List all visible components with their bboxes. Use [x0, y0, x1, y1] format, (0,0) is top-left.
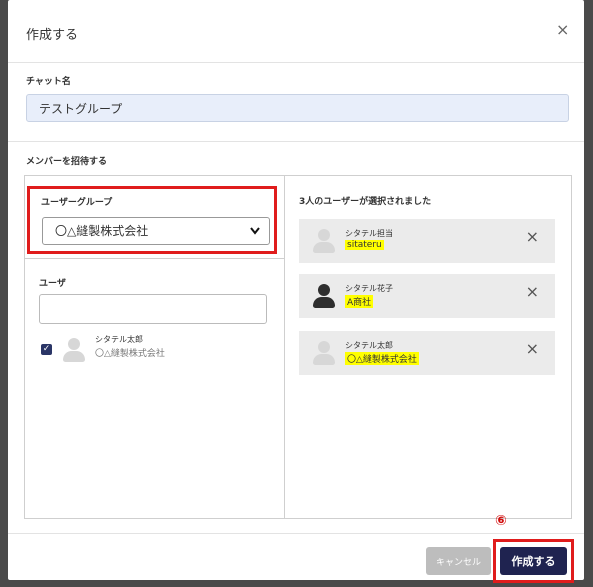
user-avatar-icon — [63, 338, 85, 362]
invite-members-label: メンバーを招待する — [26, 157, 108, 167]
user-avatar-icon — [313, 284, 335, 308]
divider — [8, 141, 584, 142]
remove-user-icon[interactable]: × — [526, 341, 539, 357]
user-search-label: ユーザ — [39, 279, 66, 289]
selected-user-org: sitateru — [345, 240, 384, 250]
user-avatar-icon — [313, 341, 335, 365]
candidate-name: シタテル太郎 — [95, 335, 143, 344]
selected-user-name: シタテル担当 — [345, 229, 393, 238]
dialog-title: 作成する — [26, 28, 79, 43]
create-button-highlight: 作成する — [493, 539, 574, 583]
chat-name-label: チャット名 — [26, 77, 71, 87]
candidate-org: 〇△縫製株式会社 — [95, 349, 165, 359]
selected-user-card: シタテル太郎 〇△縫製株式会社 × — [299, 331, 555, 375]
selected-user-card: シタテル花子 A商社 × — [299, 274, 555, 318]
user-search-input[interactable] — [39, 294, 267, 324]
user-group-highlight: ユーザーグループ 〇△縫製株式会社 — [27, 186, 277, 254]
selected-user-card: シタテル担当 sitateru × — [299, 219, 555, 263]
selected-users-title: 3人のユーザーが選択されました — [299, 197, 432, 207]
cancel-button[interactable]: キャンセル — [426, 547, 491, 575]
selected-user-org: A商社 — [345, 295, 374, 308]
close-icon[interactable]: × — [556, 22, 569, 38]
members-panel: ユーザーグループ 〇△縫製株式会社 ユーザ ✓ シタテル太郎 〇△縫製株式会社 — [24, 175, 572, 519]
candidate-checkbox[interactable]: ✓ — [41, 344, 52, 355]
user-group-selected: 〇△縫製株式会社 — [55, 224, 149, 238]
user-group-label: ユーザーグループ — [41, 198, 113, 208]
member-search-column: ユーザーグループ 〇△縫製株式会社 ユーザ ✓ シタテル太郎 〇△縫製株式会社 — [25, 176, 285, 518]
remove-user-icon[interactable]: × — [526, 284, 539, 300]
selected-user-name: シタテル花子 — [345, 284, 393, 293]
chat-name-input[interactable] — [26, 94, 569, 122]
create-button[interactable]: 作成する — [500, 547, 567, 575]
user-avatar-icon — [313, 229, 335, 253]
selected-user-name: シタテル太郎 — [345, 341, 393, 350]
step-number-badge: ⑥ — [495, 513, 507, 529]
selected-users-column: 3人のユーザーが選択されました シタテル担当 sitateru × シタテル花子… — [285, 176, 571, 518]
divider — [8, 533, 584, 534]
user-group-select[interactable]: 〇△縫製株式会社 — [42, 217, 270, 245]
chevron-down-icon — [250, 218, 260, 253]
create-group-dialog: 作成する × チャット名 メンバーを招待する ユーザーグループ 〇△縫製株式会社… — [8, 0, 584, 583]
dialog-header: 作成する × — [8, 0, 584, 63]
selected-user-org: 〇△縫製株式会社 — [345, 352, 419, 365]
divider — [25, 258, 284, 259]
remove-user-icon[interactable]: × — [526, 229, 539, 245]
